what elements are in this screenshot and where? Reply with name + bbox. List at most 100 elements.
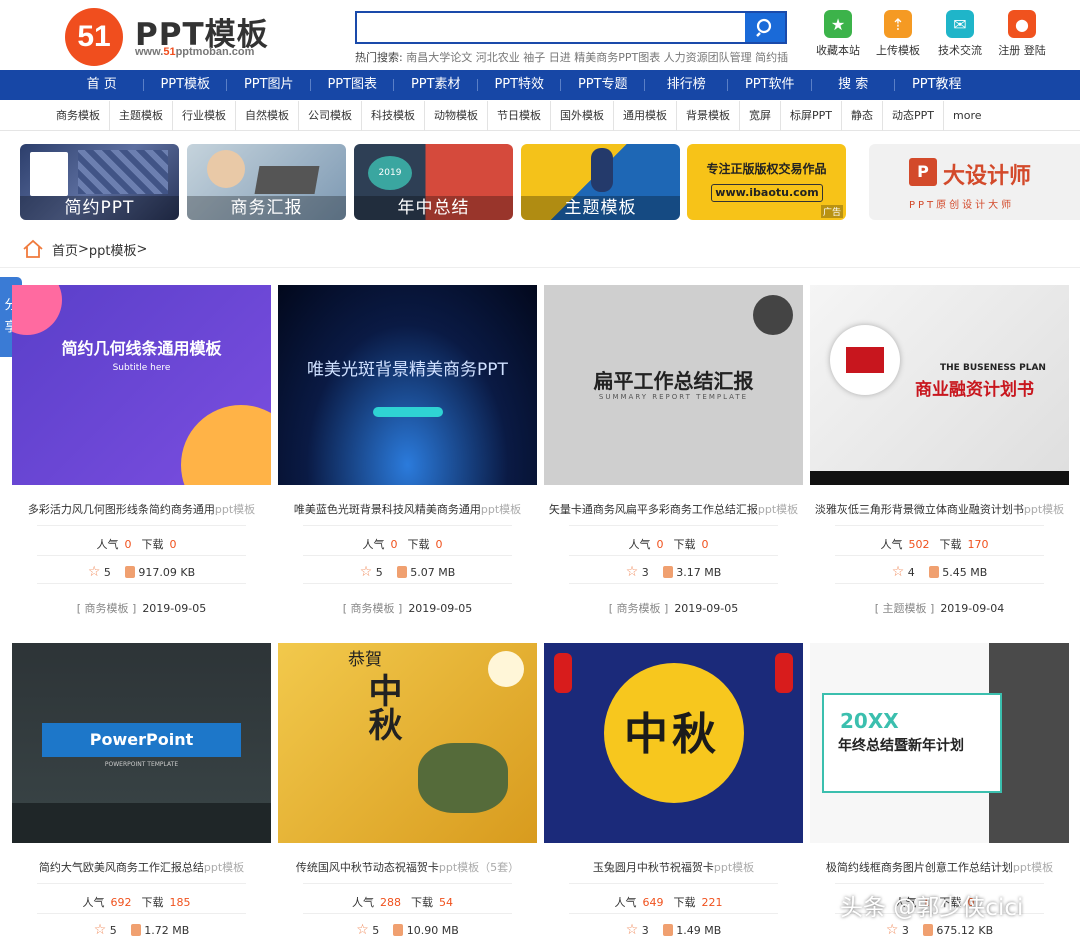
- moon-icon: [488, 651, 524, 687]
- subnav-item[interactable]: 动物模板: [425, 101, 488, 131]
- banner-business-report[interactable]: 商务汇报: [187, 144, 346, 220]
- template-card[interactable]: 20XX 年终总结暨新年计划 极简约线框商务图片创意工作总结计划ppt模板 人气 1 下载…: [810, 643, 1069, 938]
- watermark: 头条 @郭少侠cici: [840, 895, 1024, 921]
- card-divider: [303, 883, 512, 884]
- template-meta: ☆ 3 3.17 MB: [544, 564, 803, 580]
- thumb-shape: [12, 285, 62, 335]
- lotus-graphic: [418, 743, 508, 813]
- category-tag[interactable]: [ 商务模板 ]: [609, 602, 669, 615]
- subnav-item[interactable]: 国外模板: [551, 101, 614, 131]
- subnav-item[interactable]: 动态PPT: [883, 101, 944, 131]
- banner-ibaotu-ad[interactable]: 专注正版版权交易作品 www.ibaotu.com 广告: [687, 144, 846, 220]
- subnav-item[interactable]: 主题模板: [110, 101, 173, 131]
- thumb-title: 扁平工作总结汇报: [593, 369, 754, 393]
- template-thumbnail[interactable]: 扁平工作总结汇报 SUMMARY REPORT TEMPLATE: [544, 285, 803, 485]
- nav-item[interactable]: PPT图表: [311, 70, 395, 100]
- search-input[interactable]: [357, 13, 745, 42]
- tool-label: 上传模板: [876, 44, 920, 57]
- nav-item[interactable]: PPT特效: [478, 70, 562, 100]
- nav-item[interactable]: 搜 索: [812, 70, 896, 100]
- banner-simple-ppt[interactable]: 简约PPT: [20, 144, 179, 220]
- breadcrumb: 首页 > ppt模板 >: [22, 238, 147, 260]
- rating-value: 5: [372, 923, 380, 937]
- banner-row: 简约PPT 商务汇报 2019 年中总结 主题模板 专注正版版权交易作品 www…: [20, 144, 1080, 220]
- tool-star[interactable]: ★ 收藏本站: [808, 10, 868, 58]
- nav-item[interactable]: PPT图片: [227, 70, 311, 100]
- template-thumbnail[interactable]: THE BUSENESS PLAN 商业融资计划书: [810, 285, 1069, 485]
- template-title[interactable]: 多彩活力风几何图形线条简约商务通用ppt模板: [12, 501, 271, 517]
- breadcrumb-home[interactable]: 首页: [52, 240, 78, 259]
- file-icon: [130, 924, 141, 936]
- template-card[interactable]: THE BUSENESS PLAN 商业融资计划书淡雅灰低三角形背景微立体商业融资…: [810, 285, 1069, 615]
- template-card[interactable]: PowerPoint POWERPOINT TEMPLATE 简约大气欧美风商务工作…: [12, 643, 271, 938]
- card-divider: [37, 525, 246, 526]
- file-icon: [922, 924, 933, 936]
- subnav-item[interactable]: 节日模板: [488, 101, 551, 131]
- page: { "header": { "logo_mark": "51", "logo_t…: [0, 0, 1080, 941]
- nav-item[interactable]: PPT素材: [394, 70, 478, 100]
- subnav-item[interactable]: 标屏PPT: [781, 101, 842, 131]
- template-card[interactable]: 简约几何线条通用模板 Subtitle here 多彩活力风几何图形线条简约商务通用…: [12, 285, 271, 615]
- file-size: 1.72 MB: [144, 923, 190, 937]
- hot-search-terms[interactable]: 南昌大学论文 河北农业 袖子 日进 精美商务PPT图表 人力资源团队管理 简约插: [406, 51, 788, 64]
- template-thumbnail[interactable]: 20XX 年终总结暨新年计划: [810, 643, 1069, 843]
- nav-item[interactable]: PPT软件: [728, 70, 812, 100]
- thumb-title: 简约几何线条通用模板: [61, 339, 222, 358]
- subnav-item[interactable]: 科技模板: [362, 101, 425, 131]
- subnav-item[interactable]: 背景模板: [677, 101, 740, 131]
- template-card[interactable]: 中秋 恭賀 传统国风中秋节动态祝福贺卡ppt模板（5套） 人气 288 下载 54 ☆ 5 1…: [278, 643, 537, 938]
- template-title[interactable]: 矢量卡通商务风扁平多彩商务工作总结汇报ppt模板: [544, 501, 803, 517]
- template-card[interactable]: 唯美光斑背景精美商务PPT 唯美蓝色光斑背景科技风精美商务通用ppt模板 人气 0 下载…: [278, 285, 537, 615]
- subnav-item[interactable]: more: [944, 101, 991, 131]
- template-card[interactable]: 扁平工作总结汇报 SUMMARY REPORT TEMPLATE 矢量卡通商务风扁平…: [544, 285, 803, 615]
- category-tag[interactable]: [ 商务模板 ]: [77, 602, 137, 615]
- subnav-item[interactable]: 静态: [842, 101, 883, 131]
- subnav-item[interactable]: 自然模板: [236, 101, 299, 131]
- template-card[interactable]: 中秋 玉兔圆月中秋节祝福贺卡ppt模板 人气 649 下载 221 ☆ 3 1.49 MB: [544, 643, 803, 938]
- nav-item[interactable]: 首 页: [60, 70, 144, 100]
- template-meta: ☆ 5 1.72 MB: [12, 922, 271, 938]
- star-icon: ☆: [891, 564, 905, 580]
- tool-chat[interactable]: ✉ 技术交流: [930, 10, 990, 58]
- template-thumbnail[interactable]: 中秋: [544, 643, 803, 843]
- subnav-item[interactable]: 行业模板: [173, 101, 236, 131]
- template-title[interactable]: 玉兔圆月中秋节祝福贺卡ppt模板: [544, 859, 803, 875]
- thumb-subtitle: 恭賀: [348, 650, 382, 670]
- tool-user[interactable]: ● 注册 登陆: [992, 10, 1052, 58]
- card-divider: [303, 913, 512, 914]
- template-meta: ☆ 4 5.45 MB: [810, 564, 1069, 580]
- thumb-camera-graphic: [753, 295, 793, 335]
- category-tag[interactable]: [ 主题模板 ]: [875, 602, 935, 615]
- card-divider: [569, 555, 778, 556]
- subnav-item[interactable]: 宽屏: [740, 101, 781, 131]
- banner-designer[interactable]: P 大设计师 PPT原创设计大师: [869, 144, 1080, 220]
- nav-item[interactable]: PPT模板: [144, 70, 228, 100]
- card-divider: [569, 883, 778, 884]
- subnav-item[interactable]: 商务模板: [47, 101, 110, 131]
- nav-item[interactable]: PPT专题: [561, 70, 645, 100]
- banner-mid-year-summary[interactable]: 2019 年中总结: [354, 144, 513, 220]
- template-thumbnail[interactable]: PowerPoint POWERPOINT TEMPLATE: [12, 643, 271, 843]
- template-title[interactable]: 简约大气欧美风商务工作汇报总结ppt模板: [12, 859, 271, 875]
- site-logo[interactable]: 51 PPT模板 www.51pptmoban.com: [65, 8, 280, 66]
- template-thumbnail[interactable]: 简约几何线条通用模板 Subtitle here: [12, 285, 271, 485]
- search-box: [355, 11, 787, 44]
- template-title[interactable]: 传统国风中秋节动态祝福贺卡ppt模板（5套）: [278, 859, 537, 875]
- template-thumbnail[interactable]: 中秋 恭賀: [278, 643, 537, 843]
- file-icon: [662, 566, 673, 578]
- subnav-item[interactable]: 通用模板: [614, 101, 677, 131]
- search-button[interactable]: [745, 13, 785, 42]
- subnav-item[interactable]: 公司模板: [299, 101, 362, 131]
- nav-item[interactable]: PPT教程: [895, 70, 979, 100]
- category-tag[interactable]: [ 商务模板 ]: [343, 602, 403, 615]
- tool-cloud-upload[interactable]: ⇡ 上传模板: [868, 10, 928, 58]
- template-title[interactable]: 唯美蓝色光斑背景科技风精美商务通用ppt模板: [278, 501, 537, 517]
- divider: [0, 267, 1080, 268]
- template-thumbnail[interactable]: 唯美光斑背景精美商务PPT: [278, 285, 537, 485]
- template-title[interactable]: 淡雅灰低三角形背景微立体商业融资计划书ppt模板: [810, 501, 1069, 517]
- breadcrumb-current[interactable]: ppt模板: [89, 240, 137, 259]
- template-title[interactable]: 极简约线框商务图片创意工作总结计划ppt模板: [810, 859, 1069, 875]
- banner-theme-templates[interactable]: 主题模板: [521, 144, 680, 220]
- nav-item[interactable]: 排行榜: [645, 70, 729, 100]
- card-divider: [835, 583, 1044, 584]
